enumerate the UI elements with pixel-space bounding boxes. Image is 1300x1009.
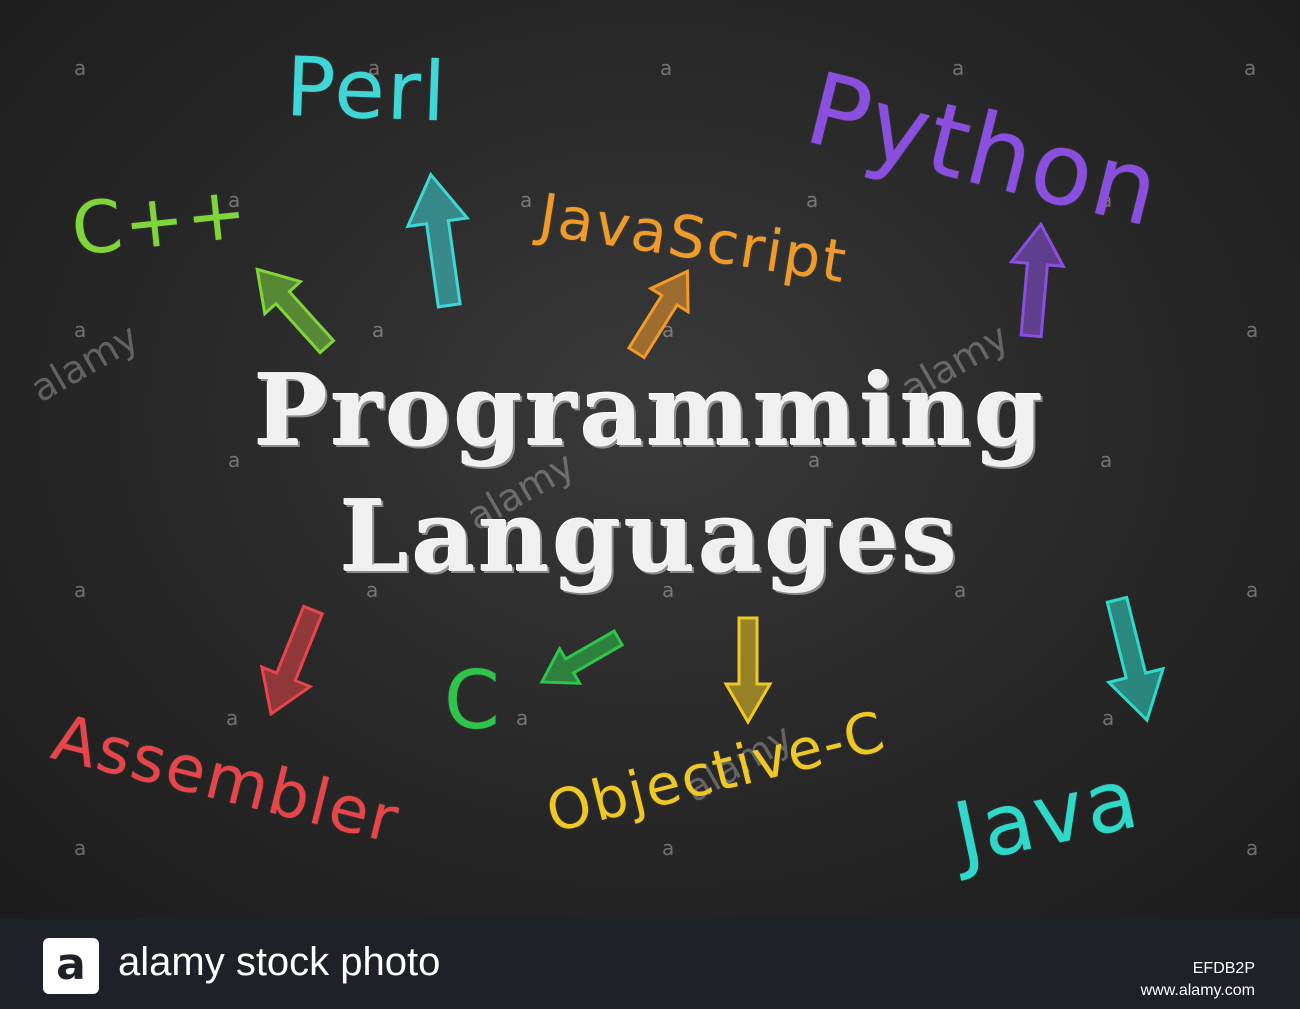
red-arrow-icon [259, 604, 325, 717]
green-down-arrow-icon [539, 629, 625, 685]
purple-arrow-icon [1008, 221, 1066, 339]
cyan-arrow-icon [405, 171, 471, 309]
green-arrow-icon [255, 267, 336, 355]
arrows-layer [255, 171, 1166, 725]
footer-url[interactable]: www.alamy.com [1141, 982, 1255, 1000]
teal-arrow-icon [1105, 595, 1166, 723]
yellow-arrow-icon [723, 616, 773, 725]
alamy-logo-icon: a [43, 938, 99, 994]
footer-brand: alamy stock photo [118, 940, 441, 984]
footer-bar: a alamy stock photo EFDB2P www.alamy.com [0, 918, 1300, 1009]
image-id: EFDB2P [1192, 960, 1255, 977]
chalkboard: a a a a a a a a a a a a a a a a a a a a … [0, 0, 1300, 918]
orange-arrow-icon [626, 268, 690, 360]
